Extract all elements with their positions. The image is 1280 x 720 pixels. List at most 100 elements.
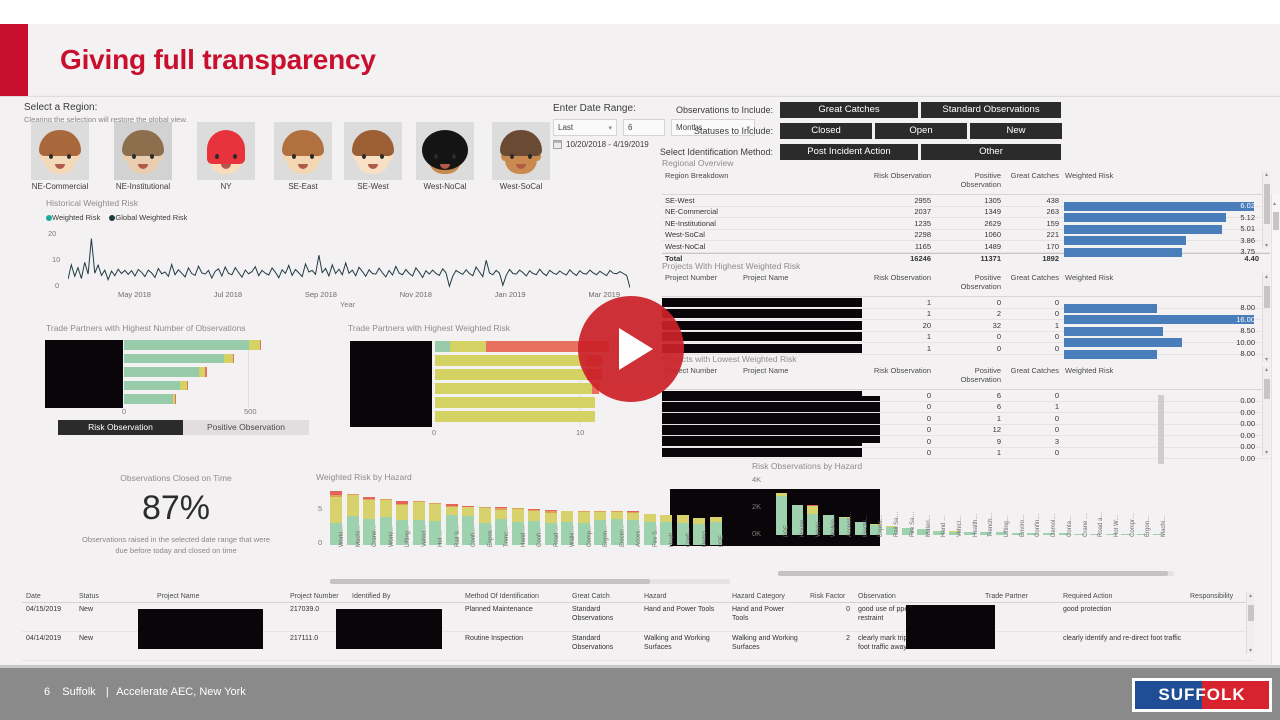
table-row[interactable]: 0 6 1 0.00 bbox=[662, 402, 1270, 419]
projects-lowest-scrollbar[interactable]: ▴ ▾ bbox=[1262, 366, 1270, 456]
table-row[interactable]: 1 0 0 8.00 bbox=[662, 297, 1270, 313]
weighted-risk-bar bbox=[1064, 349, 1158, 359]
scroll-down-icon[interactable]: ▾ bbox=[1265, 449, 1268, 456]
cell-great-catch: Standard Observations bbox=[572, 635, 614, 652]
table-row[interactable]: 0 9 3 0.00 bbox=[662, 436, 1270, 453]
filter-option-new[interactable]: New bbox=[970, 123, 1062, 139]
historical-chart-title: Historical Weighted Risk bbox=[46, 198, 138, 208]
weighted-risk-value: 3.86 bbox=[1240, 235, 1255, 245]
avatar bbox=[274, 122, 332, 180]
weighted-risk-value: 8.00 bbox=[1240, 303, 1255, 313]
weighted-risk-bar bbox=[1064, 326, 1163, 336]
table-row[interactable]: 0 12 0 0.00 bbox=[662, 425, 1270, 442]
region-avatar-se-east[interactable]: SE-East bbox=[270, 122, 336, 191]
cell-positive: 1489 bbox=[984, 241, 1001, 251]
region-avatar-west-nocal[interactable]: West-NoCal bbox=[412, 122, 478, 191]
cell-catches: 221 bbox=[1046, 230, 1059, 240]
hair-shape bbox=[39, 130, 81, 156]
region-avatar-ny[interactable]: NY bbox=[193, 122, 259, 191]
x-axis-label: Confi… bbox=[685, 526, 692, 547]
cell-positive: 1305 bbox=[984, 195, 1001, 205]
projects-highest-scrollbar[interactable]: ▴ ▾ bbox=[1262, 273, 1270, 363]
cell-region: NE-Commercial bbox=[665, 207, 718, 217]
scroll-thumb[interactable] bbox=[1273, 212, 1279, 230]
filter-label: Select Identification Method: bbox=[659, 147, 773, 157]
bar-row[interactable] bbox=[435, 383, 599, 394]
region-avatar-ne-institutional[interactable]: NE-Institutional bbox=[110, 122, 176, 191]
column-segment-yellow bbox=[643, 513, 656, 522]
filter-option-post-incident-action[interactable]: Post Incident Action bbox=[780, 144, 918, 160]
bar-row[interactable] bbox=[435, 397, 595, 408]
regional-overview-scrollbar[interactable]: ▴ ▾ bbox=[1262, 171, 1270, 249]
risk-hazard-hscroll-thumb[interactable] bbox=[778, 571, 1168, 576]
scroll-thumb[interactable] bbox=[1264, 184, 1270, 224]
projects-lowest-table[interactable]: Project Number Project Name Risk Observa… bbox=[662, 366, 1270, 465]
dashboard-page-scrollbar[interactable]: ▴ ▾ bbox=[1271, 194, 1280, 720]
toggle-positive-observation[interactable]: Positive Observation bbox=[183, 420, 309, 435]
weighted-risk-bar bbox=[1064, 201, 1254, 211]
bar-row[interactable] bbox=[124, 367, 207, 377]
col-great-catches: Great Catches bbox=[1010, 171, 1059, 180]
bar-row[interactable] bbox=[124, 340, 261, 350]
bar-segment-great-catches bbox=[204, 367, 207, 377]
projects-highest-table[interactable]: Project Number Project Name Risk Observa… bbox=[662, 273, 1270, 359]
x-axis-label: Machi… bbox=[355, 524, 362, 547]
col-project-name: Project Name bbox=[743, 366, 789, 375]
scroll-up-icon[interactable]: ▴ bbox=[1265, 366, 1268, 373]
detail-grid-scrollbar[interactable]: ▴ ▾ bbox=[1246, 592, 1254, 654]
table-row[interactable]: 0 1 0 0.00 bbox=[662, 413, 1270, 430]
scroll-up-icon[interactable]: ▴ bbox=[1265, 171, 1268, 178]
region-avatar-ne-commercial[interactable]: NE-Commercial bbox=[27, 122, 93, 191]
cell-positive: 12 bbox=[992, 425, 1001, 435]
table-row[interactable]: 0 1 0 0.00 bbox=[662, 448, 1270, 465]
cell-required-action: good protection bbox=[1063, 606, 1112, 614]
cell-positive: 1 bbox=[996, 448, 1001, 458]
scroll-thumb[interactable] bbox=[1264, 379, 1270, 399]
scroll-down-icon[interactable]: ▾ bbox=[1249, 647, 1252, 654]
filter-option-great-catches[interactable]: Great Catches bbox=[780, 102, 918, 118]
weighted-risk-value: 6.02 bbox=[1240, 201, 1255, 211]
cell-region: West-SoCal bbox=[665, 230, 705, 240]
scroll-down-icon[interactable]: ▾ bbox=[1265, 242, 1268, 249]
table-row[interactable]: 0 6 0 0.00 bbox=[662, 390, 1270, 407]
weighted-hazard-hscroll-thumb[interactable] bbox=[330, 579, 650, 584]
weighted-risk-value: 16.00 bbox=[1236, 314, 1255, 324]
cell-catches: 0 bbox=[1054, 297, 1059, 307]
bar-row[interactable] bbox=[435, 411, 595, 422]
play-button[interactable] bbox=[578, 296, 684, 402]
cell-date: 04/15/2019 bbox=[26, 606, 62, 614]
filter-option-closed[interactable]: Closed bbox=[780, 123, 872, 139]
x-axis-label: Electri… bbox=[619, 524, 626, 547]
region-avatar-se-west[interactable]: SE-West bbox=[340, 122, 406, 191]
cell-risk: 1 bbox=[926, 309, 931, 319]
scroll-up-icon[interactable]: ▴ bbox=[1249, 592, 1252, 599]
scroll-thumb[interactable] bbox=[1248, 605, 1254, 621]
eye-left bbox=[434, 154, 438, 159]
bar-row[interactable] bbox=[124, 380, 188, 390]
table-row[interactable]: 1 0 0 10.00 bbox=[662, 332, 1270, 348]
scroll-thumb[interactable] bbox=[1264, 286, 1270, 308]
scroll-up-icon[interactable]: ▴ bbox=[1265, 273, 1268, 280]
region-avatar-west-socal[interactable]: West-SoCal bbox=[488, 122, 554, 191]
table-row[interactable]: SE-West 2955 1305 438 6.02 bbox=[662, 195, 1270, 211]
bar-segment-risk-observation bbox=[124, 367, 199, 377]
bar-row[interactable] bbox=[124, 394, 177, 404]
filter-option-other[interactable]: Other bbox=[921, 144, 1061, 160]
cell-catches: 0 bbox=[1054, 343, 1059, 353]
scroll-down-icon[interactable]: ▾ bbox=[1265, 356, 1268, 363]
table-row[interactable]: 1 2 0 16.00 bbox=[662, 309, 1270, 325]
col-risk-factor: Risk Factor bbox=[810, 593, 846, 600]
filter-option-standard-observations[interactable]: Standard Observations bbox=[921, 102, 1061, 118]
cell-project-number bbox=[662, 413, 740, 423]
weighted-risk-bar bbox=[1064, 315, 1254, 325]
bar-row[interactable] bbox=[124, 353, 235, 363]
col-weighted-risk: Weighted Risk bbox=[1065, 273, 1114, 282]
eye-left bbox=[510, 154, 514, 159]
regional-overview-table[interactable]: Region Breakdown Risk Observation Positi… bbox=[662, 171, 1270, 264]
bar-row[interactable] bbox=[435, 355, 602, 366]
weighted-risk-value: 5.12 bbox=[1240, 212, 1255, 222]
scroll-up-icon[interactable]: ▴ bbox=[1273, 200, 1276, 207]
filter-option-open[interactable]: Open bbox=[875, 123, 967, 139]
bar-row[interactable] bbox=[435, 369, 602, 380]
toggle-risk-observation[interactable]: Risk Observation bbox=[58, 420, 183, 435]
